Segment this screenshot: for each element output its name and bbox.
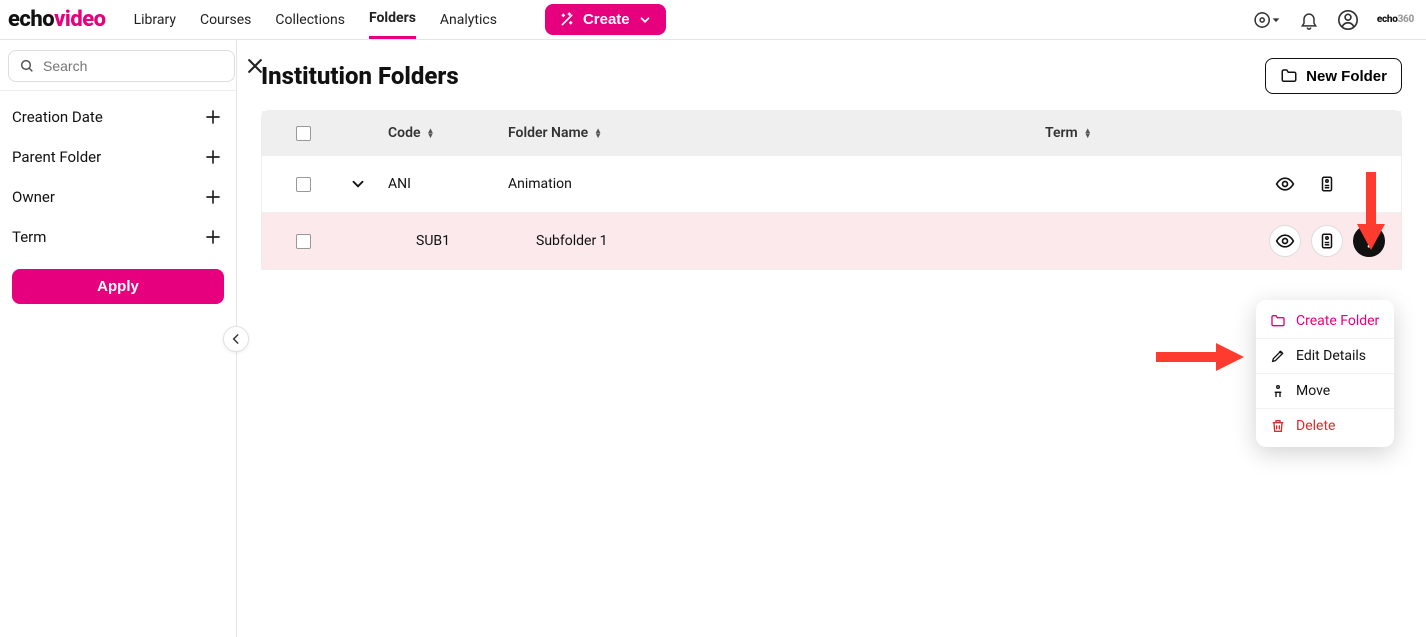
main-panel: Institution Folders New Folder Code ▲▼ F… (237, 40, 1426, 637)
plus-icon (204, 108, 222, 126)
menu-label: Move (1296, 383, 1330, 399)
apply-button[interactable]: Apply (12, 269, 224, 304)
move-icon (1270, 383, 1286, 399)
chevron-down-icon (638, 13, 652, 27)
annotation-arrow-right (1156, 340, 1246, 374)
chevron-down-icon[interactable] (349, 175, 367, 193)
context-menu: Create Folder Edit Details Move Delete (1256, 300, 1394, 447)
badge-icon[interactable] (1311, 168, 1343, 200)
brand-echo: echo (8, 7, 54, 32)
view-icon[interactable] (1269, 168, 1301, 200)
table-header: Code ▲▼ Folder Name ▲▼ Term ▲▼ (262, 111, 1401, 155)
page-title: Institution Folders (261, 62, 459, 90)
filter-creation-date[interactable]: Creation Date (0, 97, 236, 137)
wand-icon (559, 12, 575, 28)
menu-delete[interactable]: Delete (1256, 409, 1394, 443)
badge-icon[interactable] (1311, 225, 1343, 257)
folders-table: Code ▲▼ Folder Name ▲▼ Term ▲▼ (261, 110, 1402, 270)
select-all-checkbox[interactable] (296, 126, 311, 141)
pencil-icon (1270, 348, 1286, 364)
search-box[interactable] (8, 50, 235, 82)
nav-collections[interactable]: Collections (275, 2, 345, 38)
filter-label: Term (12, 228, 46, 246)
trash-icon (1270, 418, 1286, 434)
nav-library[interactable]: Library (134, 2, 176, 38)
new-folder-button[interactable]: New Folder (1265, 58, 1402, 94)
bell-icon[interactable] (1299, 10, 1319, 30)
new-folder-label: New Folder (1306, 68, 1387, 85)
filter-parent-folder[interactable]: Parent Folder (0, 137, 236, 177)
more-icon[interactable] (1353, 168, 1385, 200)
topbar: echovideo Library Courses Collections Fo… (0, 0, 1426, 40)
cell-name: Animation (508, 176, 572, 192)
row-checkbox[interactable] (296, 177, 311, 192)
view-icon[interactable] (1269, 225, 1301, 257)
filter-label: Parent Folder (12, 148, 101, 166)
folder-icon (1270, 313, 1286, 329)
folder-icon (1280, 67, 1298, 85)
filter-term[interactable]: Term (0, 217, 236, 257)
create-label: Create (583, 11, 630, 28)
filter-sidebar: Creation Date Parent Folder Owner Term A… (0, 40, 237, 637)
filter-list: Creation Date Parent Folder Owner Term (0, 91, 236, 269)
menu-move[interactable]: Move (1256, 374, 1394, 409)
nav-links: Library Courses Collections Folders Anal… (134, 0, 666, 39)
menu-label: Edit Details (1296, 348, 1366, 364)
filter-label: Creation Date (12, 108, 103, 126)
brand-logo[interactable]: echovideo (8, 7, 106, 32)
create-button[interactable]: Create (545, 4, 666, 35)
plus-icon (204, 228, 222, 246)
menu-create-folder[interactable]: Create Folder (1256, 304, 1394, 339)
header-term[interactable]: Term ▲▼ (1045, 125, 1245, 141)
nav-folders[interactable]: Folders (369, 0, 416, 39)
table-row: SUB1 Subfolder 1 (262, 212, 1401, 269)
search-input[interactable] (43, 58, 224, 74)
brand-video: video (54, 7, 105, 32)
cell-code: ANI (388, 176, 411, 192)
table-row: ANI Animation (262, 155, 1401, 212)
plus-icon (204, 148, 222, 166)
menu-label: Create Folder (1296, 313, 1379, 329)
header-code[interactable]: Code ▲▼ (388, 125, 508, 141)
sort-icon: ▲▼ (427, 128, 435, 138)
cell-code: SUB1 (416, 233, 450, 249)
sort-icon: ▲▼ (1084, 128, 1092, 138)
menu-label: Delete (1296, 418, 1335, 434)
more-icon[interactable] (1353, 225, 1385, 257)
nav-courses[interactable]: Courses (200, 2, 251, 38)
settings-icon[interactable] (1253, 10, 1281, 30)
cell-name: Subfolder 1 (536, 233, 608, 249)
mini-logo[interactable]: echo360 (1377, 14, 1414, 25)
search-icon (19, 58, 35, 74)
filter-owner[interactable]: Owner (0, 177, 236, 217)
row-checkbox[interactable] (296, 234, 311, 249)
plus-icon (204, 188, 222, 206)
nav-analytics[interactable]: Analytics (440, 2, 497, 38)
header-folder-name[interactable]: Folder Name ▲▼ (508, 125, 1045, 141)
sort-icon: ▲▼ (594, 128, 602, 138)
filter-label: Owner (12, 188, 55, 206)
menu-edit-details[interactable]: Edit Details (1256, 339, 1394, 374)
topbar-right: echo360 (1253, 9, 1414, 31)
user-icon[interactable] (1337, 9, 1359, 31)
